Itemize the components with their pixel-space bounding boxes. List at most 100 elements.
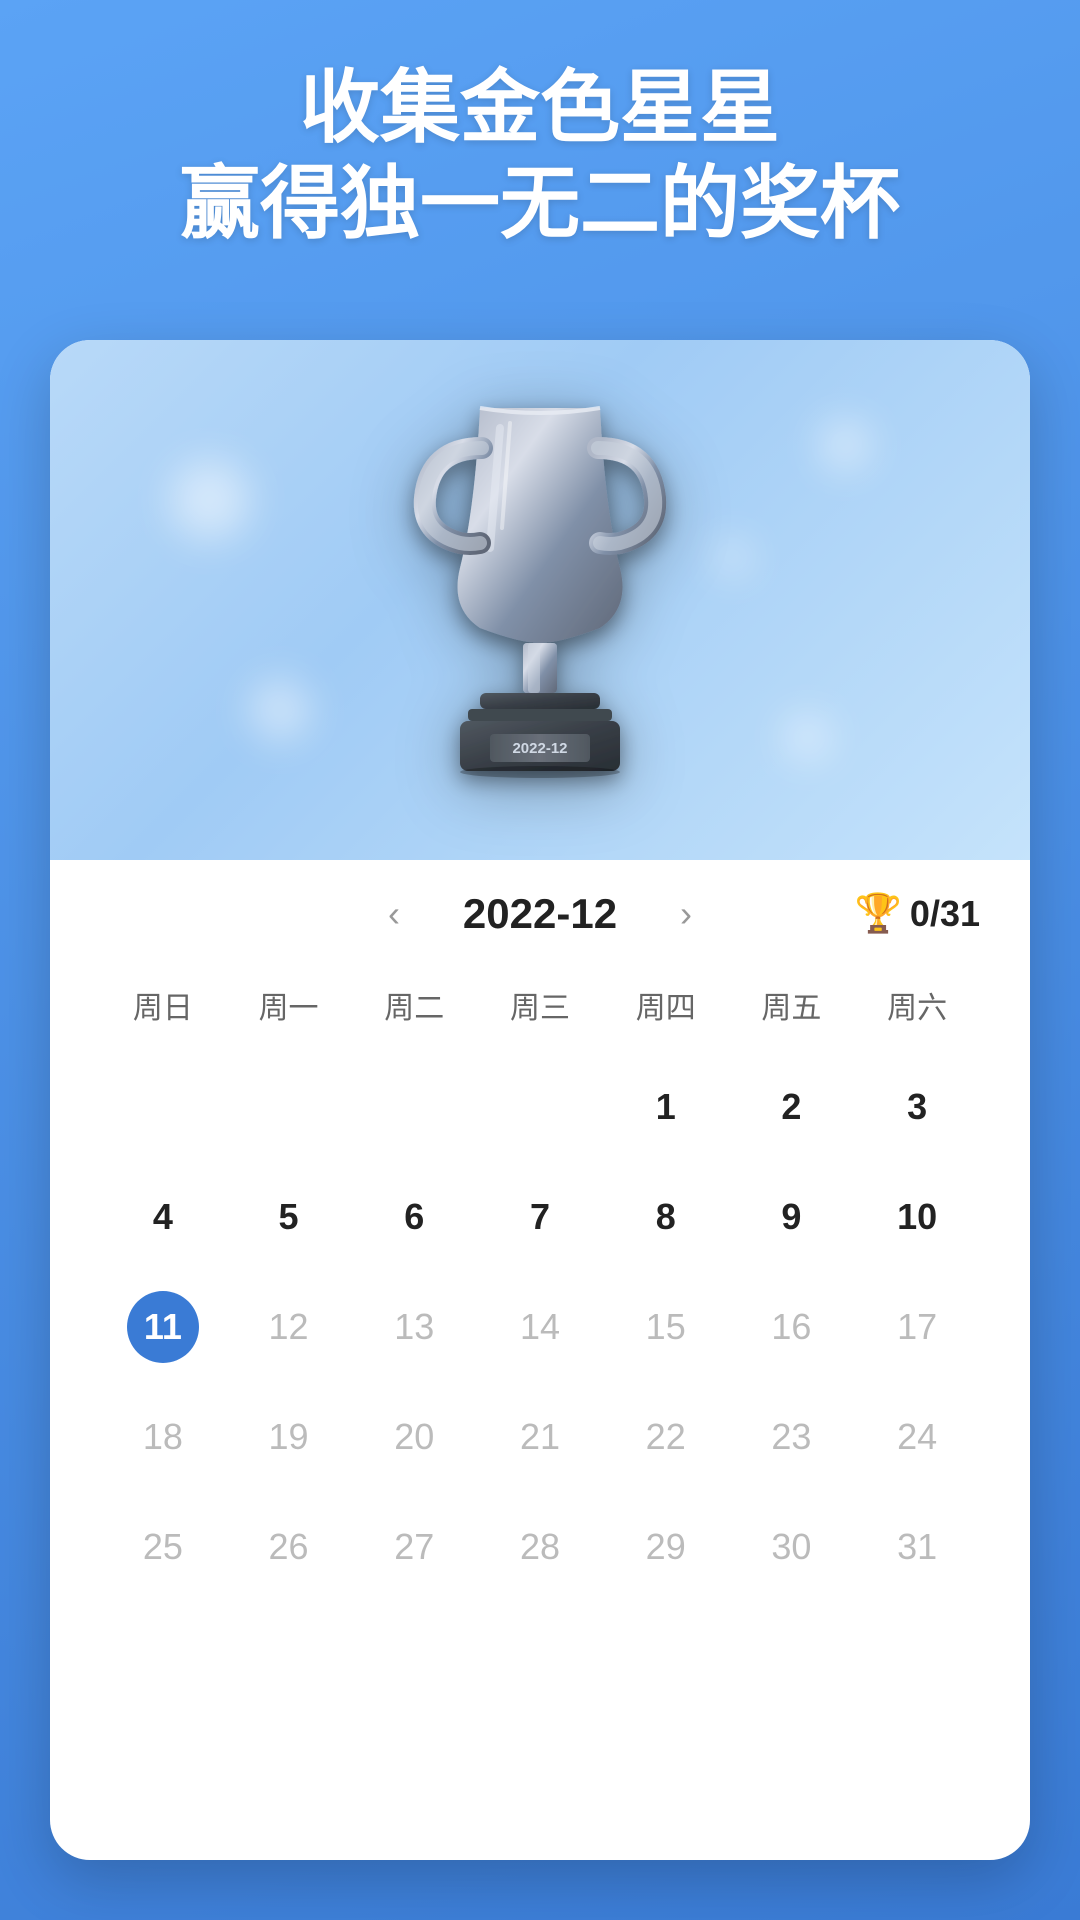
day-number[interactable]: 22 [630,1401,702,1473]
day-cell[interactable]: 18 [100,1382,226,1492]
day-cell[interactable]: 20 [351,1382,477,1492]
day-number[interactable]: 16 [755,1291,827,1363]
day-cell[interactable]: 2 [729,1052,855,1162]
day-number[interactable]: 28 [504,1511,576,1583]
day-number[interactable]: 17 [881,1291,953,1363]
weekday-label: 周三 [477,968,603,1042]
day-number[interactable]: 7 [504,1181,576,1253]
day-number[interactable]: 19 [253,1401,325,1473]
day-cell[interactable]: 12 [226,1272,352,1382]
day-cell [351,1052,477,1162]
day-cell[interactable]: 22 [603,1382,729,1492]
trophy-container: 2022-12 [380,388,700,813]
day-cell[interactable]: 15 [603,1272,729,1382]
day-number[interactable]: 14 [504,1291,576,1363]
day-number[interactable]: 24 [881,1401,953,1473]
day-number[interactable]: 5 [253,1181,325,1253]
month-label: 2022-12 [430,890,650,938]
day-cell[interactable]: 17 [854,1272,980,1382]
weekday-label: 周一 [226,968,352,1042]
day-cell[interactable]: 5 [226,1162,352,1272]
trophy-counter-icon: 🏆 [855,892,902,936]
day-cell[interactable]: 3 [854,1052,980,1162]
weekday-label: 周四 [603,968,729,1042]
day-cell[interactable]: 7 [477,1162,603,1272]
orb4 [785,715,830,760]
day-number[interactable]: 26 [253,1511,325,1583]
day-number [378,1071,450,1143]
day-number[interactable]: 20 [378,1401,450,1473]
day-number[interactable]: 27 [378,1511,450,1583]
day-number [253,1071,325,1143]
day-number[interactable]: 11 [127,1291,199,1363]
day-cell[interactable]: 9 [729,1162,855,1272]
day-number[interactable]: 1 [630,1071,702,1143]
day-number[interactable]: 13 [378,1291,450,1363]
day-number[interactable]: 6 [378,1181,450,1253]
orb5 [715,540,750,575]
header-line1: 收集金色星星 [0,60,1080,156]
trophy-icon: 2022-12 [380,388,700,808]
prev-month-button[interactable]: ‹ [358,893,430,935]
day-cell[interactable]: 29 [603,1492,729,1602]
day-cell [226,1052,352,1162]
day-cell[interactable]: 21 [477,1382,603,1492]
day-cell[interactable]: 10 [854,1162,980,1272]
day-number[interactable]: 25 [127,1511,199,1583]
day-cell[interactable]: 27 [351,1492,477,1602]
day-cell[interactable]: 30 [729,1492,855,1602]
orb3 [250,680,310,740]
day-number[interactable]: 2 [755,1071,827,1143]
calendar-section: ‹ 2022-12 › 🏆 0/31 周日周一周二周三周四周五周六 123456… [50,860,1030,1642]
main-card: 2022-12 ‹ 2022-12 › 🏆 0/31 周日周一周二周三周四周五周… [50,340,1030,1860]
day-cell[interactable]: 26 [226,1492,352,1602]
day-number[interactable]: 4 [127,1181,199,1253]
day-number[interactable]: 10 [881,1181,953,1253]
day-cell [100,1052,226,1162]
day-number[interactable]: 21 [504,1401,576,1473]
day-number [504,1071,576,1143]
orb1 [170,460,250,540]
next-month-button[interactable]: › [650,893,722,935]
day-cell[interactable]: 8 [603,1162,729,1272]
day-cell[interactable]: 25 [100,1492,226,1602]
weekday-label: 周日 [100,968,226,1042]
header-line2: 赢得独一无二的奖杯 [0,156,1080,252]
day-cell[interactable]: 28 [477,1492,603,1602]
calendar-grid: 1234567891011121314151617181920212223242… [100,1052,980,1602]
header-section: 收集金色星星 赢得独一无二的奖杯 [0,60,1080,252]
day-cell[interactable]: 19 [226,1382,352,1492]
month-nav: ‹ 2022-12 › 🏆 0/31 [100,890,980,938]
day-number[interactable]: 30 [755,1511,827,1583]
orb2 [820,420,870,470]
day-cell[interactable]: 23 [729,1382,855,1492]
day-cell[interactable]: 16 [729,1272,855,1382]
day-cell[interactable]: 4 [100,1162,226,1272]
day-cell [477,1052,603,1162]
svg-text:2022-12: 2022-12 [512,740,567,757]
day-number[interactable]: 18 [127,1401,199,1473]
day-cell[interactable]: 6 [351,1162,477,1272]
counter-value: 0/31 [910,893,980,935]
day-cell[interactable]: 11 [100,1272,226,1382]
day-cell[interactable]: 14 [477,1272,603,1382]
day-number [127,1071,199,1143]
day-number[interactable]: 23 [755,1401,827,1473]
weekday-label: 周二 [351,968,477,1042]
day-cell[interactable]: 31 [854,1492,980,1602]
day-number[interactable]: 29 [630,1511,702,1583]
day-number[interactable]: 8 [630,1181,702,1253]
day-number[interactable]: 12 [253,1291,325,1363]
day-cell[interactable]: 13 [351,1272,477,1382]
weekday-label: 周五 [729,968,855,1042]
day-cell[interactable]: 1 [603,1052,729,1162]
trophy-section: 2022-12 [50,340,1030,860]
day-number[interactable]: 15 [630,1291,702,1363]
trophy-counter: 🏆 0/31 [855,892,980,936]
weekday-label: 周六 [854,968,980,1042]
day-number[interactable]: 31 [881,1511,953,1583]
weekday-headers: 周日周一周二周三周四周五周六 [100,968,980,1042]
day-cell[interactable]: 24 [854,1382,980,1492]
day-number[interactable]: 3 [881,1071,953,1143]
day-number[interactable]: 9 [755,1181,827,1253]
